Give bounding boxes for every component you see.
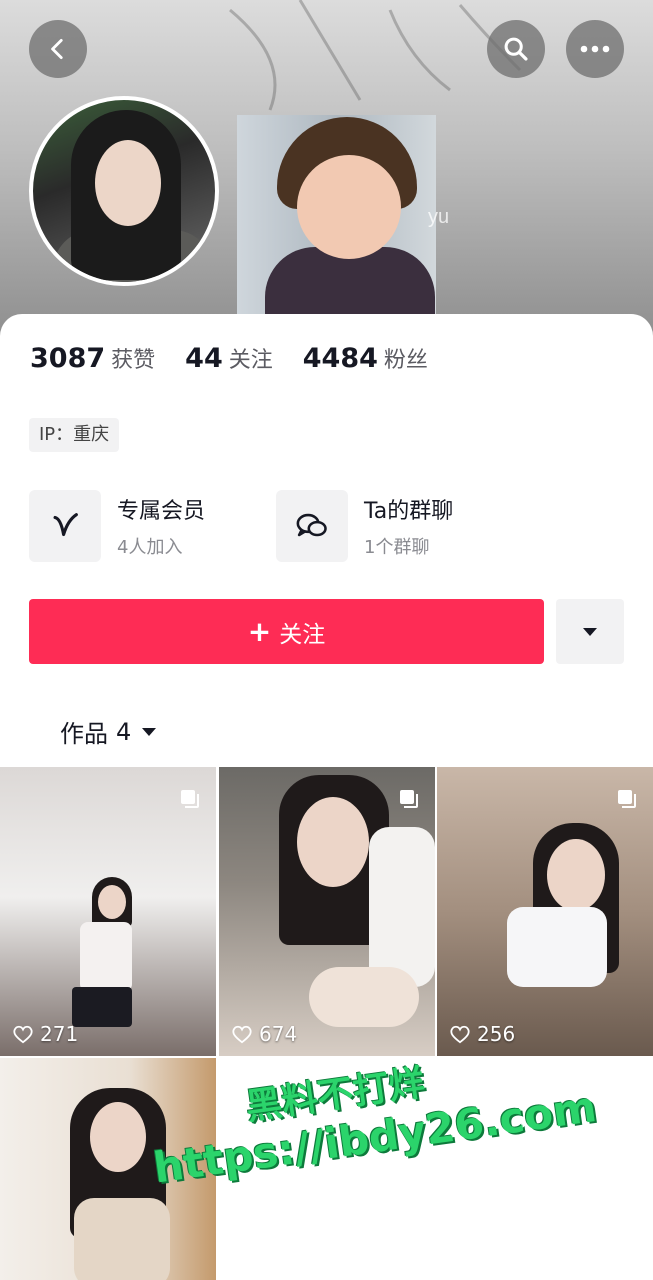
- group-chat-entry[interactable]: Ta的群聊 1个群聊: [276, 490, 453, 562]
- video-tile[interactable]: 256: [437, 767, 653, 1056]
- stat-likes-label: 获赞: [111, 348, 156, 373]
- recommend-dropdown-button[interactable]: [556, 599, 624, 664]
- stat-following[interactable]: 44 关注: [185, 342, 273, 374]
- stat-followers-number: 4484: [302, 343, 378, 374]
- multi-image-icon: [400, 790, 418, 808]
- follow-button[interactable]: + 关注: [29, 599, 544, 664]
- works-label: 作品: [60, 720, 108, 748]
- stat-following-number: 44: [185, 343, 223, 374]
- video-tile[interactable]: 271: [0, 767, 216, 1056]
- multi-image-icon: [181, 790, 199, 808]
- more-options-button[interactable]: [566, 20, 624, 78]
- profile-avatar[interactable]: [29, 96, 219, 286]
- stat-likes-number: 3087: [30, 343, 106, 374]
- chevron-left-icon: [51, 38, 63, 60]
- heart-icon: [450, 1025, 470, 1044]
- multi-image-icon: [618, 790, 636, 808]
- plus-icon: +: [247, 615, 272, 648]
- search-button[interactable]: [487, 20, 545, 78]
- group-chat-subtitle: 1个群聊: [364, 537, 430, 558]
- profile-header-banner: yu: [0, 0, 653, 340]
- caret-down-icon: [583, 627, 597, 636]
- more-dots-icon: [580, 45, 610, 53]
- video-tile[interactable]: 674: [219, 767, 435, 1056]
- search-icon: [504, 37, 528, 61]
- follow-label: 关注: [279, 621, 326, 648]
- stat-likes[interactable]: 3087 获赞: [30, 342, 155, 374]
- heart-icon: [232, 1025, 252, 1044]
- stat-following-label: 关注: [228, 348, 273, 373]
- works-count: 4: [116, 717, 132, 746]
- profile-sticker-image: [237, 115, 436, 315]
- tab-works[interactable]: 作品 4: [60, 714, 157, 749]
- ip-location-tag: IP：重庆: [29, 418, 120, 452]
- caret-down-icon: [142, 727, 157, 736]
- video-like-count: 674: [259, 1022, 298, 1046]
- stat-followers-label: 粉丝: [383, 348, 428, 373]
- member-title: 专属会员: [117, 499, 206, 524]
- member-subtitle: 4人加入: [117, 537, 183, 558]
- group-chat-title: Ta的群聊: [364, 499, 454, 524]
- chat-bubbles-icon: [276, 490, 348, 562]
- v-member-icon: [29, 490, 101, 562]
- video-like-count: 271: [40, 1022, 79, 1046]
- heart-icon: [13, 1025, 33, 1044]
- username-fragment: yu: [428, 206, 450, 228]
- exclusive-member-entry[interactable]: 专属会员 4人加入: [29, 490, 205, 562]
- stats-row: 3087 获赞 44 关注 4484 粉丝: [30, 342, 458, 374]
- stat-followers[interactable]: 4484 粉丝: [303, 342, 428, 374]
- back-button[interactable]: [29, 20, 87, 78]
